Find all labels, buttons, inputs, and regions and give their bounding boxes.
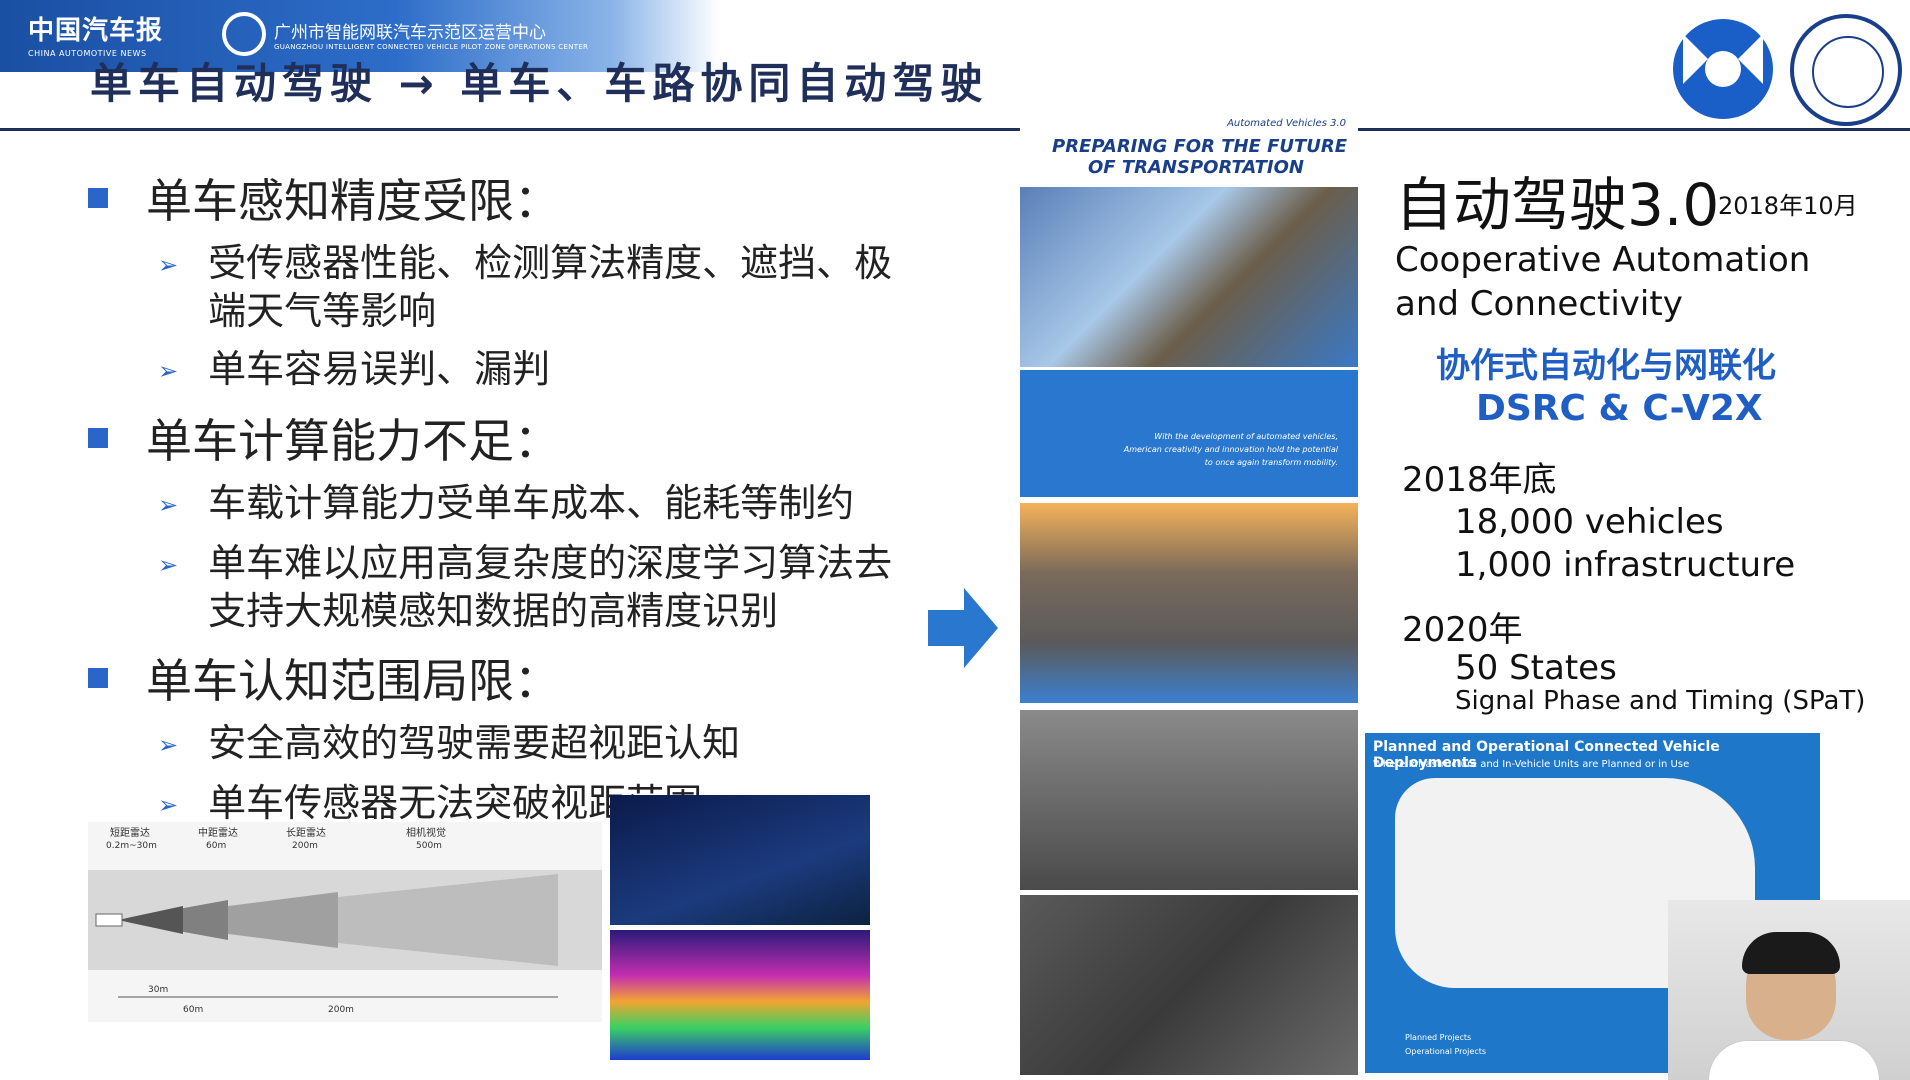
year-2018-label: 2018年底 [1402, 460, 1557, 500]
list-item: ➢ 受传感器性能、检测算法精度、遮挡、极端天气等影响 [158, 241, 893, 333]
vehicles-count: 18,000 vehicles [1455, 502, 1724, 542]
cover-photo-collage [1020, 187, 1358, 367]
wireless-logo-icon [1673, 19, 1773, 119]
svg-text:200m: 200m [292, 841, 318, 851]
sensor-range-diagram: 短距雷达 0.2m~30m 中距雷达 60m 长距雷达 200m 相机视觉 50… [88, 822, 602, 1022]
svg-text:60m: 60m [183, 1005, 203, 1015]
coop-en-text: Cooperative Automation and Connectivity [1395, 240, 1811, 324]
list-item: ➢ 安全高效的驾驶需要超视距认知 [158, 719, 920, 769]
long-radar-label: 长距雷达 [286, 827, 326, 839]
slide-title: 单车自动驾驶 → 单车、车路协同自动驾驶 [90, 59, 989, 108]
spat-text: Signal Phase and Timing (SPaT) [1455, 686, 1866, 716]
infrastructure-count: 1,000 infrastructure [1455, 545, 1796, 585]
right-arrow-icon [928, 588, 998, 668]
arrow-bullet-icon: ➢ [158, 491, 179, 519]
lidar-pointcloud-image [610, 930, 870, 1060]
square-bullet-icon [88, 188, 108, 208]
svg-text:0.2m~30m: 0.2m~30m [106, 841, 157, 851]
arrow-bullet-icon: ➢ [158, 357, 179, 385]
year-2020-label: 2020年 [1402, 610, 1523, 650]
section-heading: 单车感知精度受限： [80, 165, 920, 231]
arrow-bullet-icon: ➢ [158, 731, 179, 759]
states-count: 50 States [1455, 648, 1617, 688]
arrow-bullet-icon: ➢ [158, 551, 179, 579]
presenter-webcam [1668, 900, 1910, 1080]
av3-report-cover: Automated Vehicles 3.0 PREPARING FOR THE… [1020, 112, 1358, 497]
list-item: ➢ 单车难以应用高复杂度的深度学习算法去支持大规模感知数据的高精度识别 [158, 541, 893, 633]
camera-label: 相机视觉 [406, 826, 446, 839]
title-divider [0, 128, 1910, 131]
planning-visualization-image [610, 795, 870, 925]
svg-text:500m: 500m [416, 841, 442, 851]
aerial-intersection-image [1020, 895, 1358, 1075]
mid-radar-label: 中距雷达 [198, 826, 238, 839]
bullet-list: 单车感知精度受限： ➢ 受传感器性能、检测算法精度、遮挡、极端天气等影响 ➢ 单车容… [80, 155, 920, 839]
square-bullet-icon [88, 428, 108, 448]
cover-blue-panel: With the development of automated vehicl… [1020, 370, 1358, 497]
connected-street-image [1020, 503, 1358, 703]
section-heading: 单车计算能力不足： [80, 405, 920, 471]
arrow-bullet-icon: ➢ [158, 251, 179, 279]
svg-text:200m: 200m [328, 1005, 354, 1015]
short-radar-label: 短距雷达 [110, 826, 150, 839]
coop-zh-text: 协作式自动化与网联化 [1436, 346, 1776, 386]
dsrc-cv2x-text: DSRC & C-V2X [1476, 388, 1763, 429]
list-item: ➢ 车载计算能力受单车成本、能耗等制约 [158, 479, 920, 529]
svg-text:60m: 60m [206, 841, 226, 851]
traffic-scene-image [1020, 710, 1358, 890]
section-heading: 单车认知范围局限： [80, 645, 920, 711]
svg-text:30m: 30m [148, 985, 168, 995]
ad30-heading: 自动驾驶3.0 [1395, 171, 1720, 239]
list-item: ➢ 单车容易误判、漏判 [158, 345, 920, 395]
release-date: 2018年10月 [1718, 192, 1858, 220]
square-bullet-icon [88, 668, 108, 688]
university-seal [1790, 14, 1902, 126]
